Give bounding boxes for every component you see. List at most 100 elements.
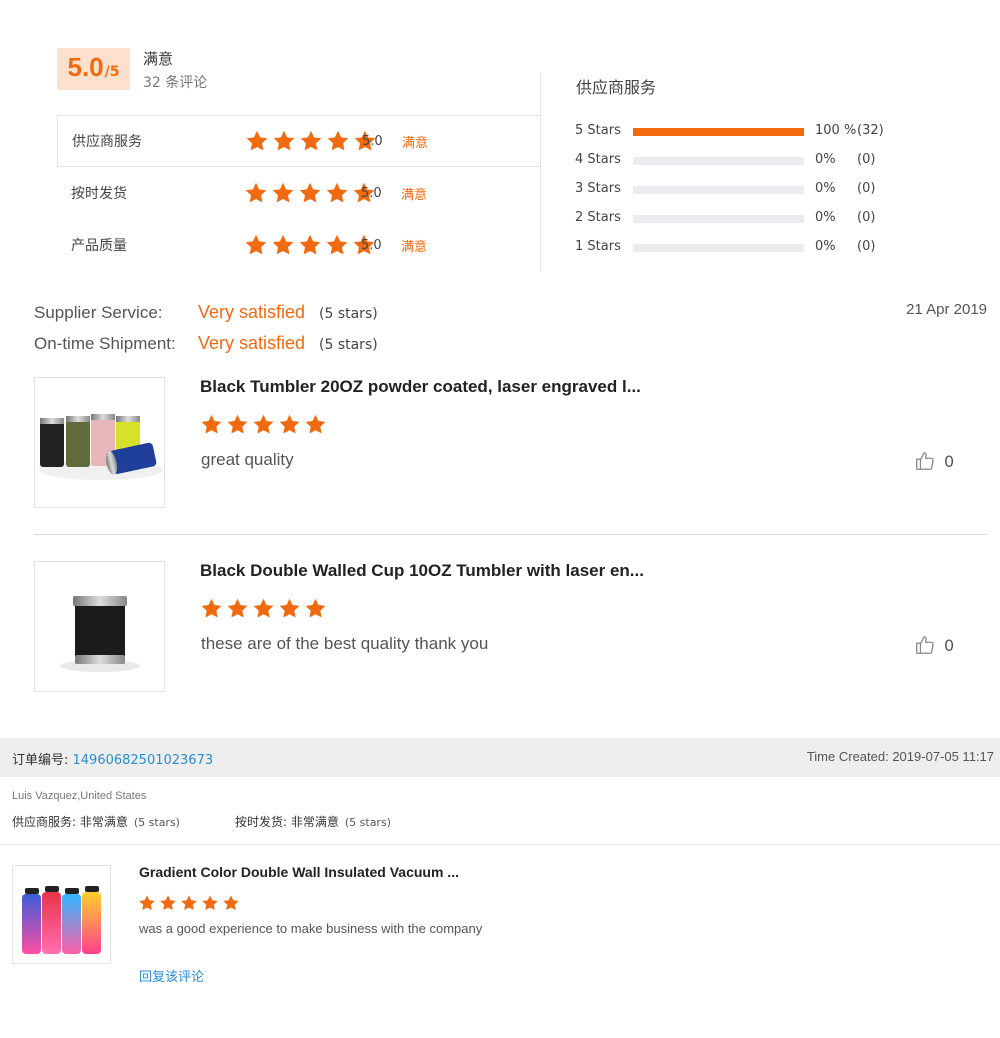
order-item-stars [138, 894, 240, 912]
reply-link[interactable]: 回复该评论 [139, 966, 204, 985]
star-icon [227, 598, 248, 618]
distribution-row: 4 Stars 0% (0) [575, 152, 905, 170]
dimension-score: 5.0 [361, 185, 382, 201]
review-item-text: great quality [201, 450, 294, 469]
distribution-bar-fill [633, 128, 804, 136]
distribution-label: 1 Stars [575, 239, 621, 254]
dimension-score: 5.0 [362, 133, 383, 149]
dimension-word: 满意 [401, 187, 428, 203]
distribution-percent: 0% [815, 181, 836, 196]
overall-rating-word: 满意 [143, 50, 174, 68]
review-item-title[interactable]: Black Tumbler 20OZ powder coated, laser … [200, 377, 641, 397]
review-divider [34, 534, 988, 535]
order-supplier-rating: 供应商服务: 非常满意 (5 stars) [12, 813, 180, 830]
dimension-stars [245, 129, 377, 153]
distribution-row: 5 Stars 100 % (32) [575, 123, 905, 141]
dimension-row: 产品质量 5.0 满意 [57, 219, 541, 271]
distribution-label: 4 Stars [575, 152, 621, 167]
dimension-label: 按时发货 [71, 186, 127, 202]
order-divider [0, 844, 1000, 845]
star-icon [279, 414, 300, 434]
dimension-row: 供应商服务 5.0 满意 [57, 115, 541, 167]
star-icon [326, 234, 348, 255]
distribution-row: 2 Stars 0% (0) [575, 210, 905, 228]
distribution-label: 3 Stars [575, 181, 621, 196]
star-icon [326, 182, 348, 203]
order-supplier-stars: (5 stars) [133, 816, 180, 829]
distribution-count: (32) [857, 123, 884, 138]
distribution-count: (0) [857, 181, 876, 196]
distribution-label: 2 Stars [575, 210, 621, 225]
product-thumbnail[interactable] [34, 561, 165, 692]
distribution-percent: 0% [815, 152, 836, 167]
star-icon [201, 598, 222, 618]
order-item-text: was a good experience to make business w… [139, 921, 483, 936]
star-icon [245, 234, 267, 255]
cup-image [60, 596, 140, 672]
order-number-row: 订单编号: 14960682501023673 [12, 749, 213, 768]
star-icon [299, 182, 321, 203]
supplier-service-stars: (5 stars) [319, 306, 378, 322]
overall-score: 5.0 [67, 52, 104, 82]
thumbs-up-icon [916, 452, 934, 470]
star-icon [202, 895, 218, 911]
order-number-label: 订单编号: [12, 753, 73, 768]
star-icon [160, 895, 176, 911]
order-item-title[interactable]: Gradient Color Double Wall Insulated Vac… [139, 864, 459, 880]
dimension-stars [244, 181, 376, 205]
distribution-count: (0) [857, 152, 876, 167]
order-number-link[interactable]: 14960682501023673 [73, 753, 214, 768]
product-thumbnail[interactable] [34, 377, 165, 508]
like-count: 0 [944, 451, 955, 471]
dimension-label: 产品质量 [71, 238, 127, 254]
overall-score-suffix: /5 [104, 64, 120, 80]
order-supplier-label: 供应商服务: 非常满意 [12, 815, 128, 829]
dimension-label: 供应商服务 [72, 134, 142, 150]
tumblers-image [39, 414, 163, 480]
review-item-title[interactable]: Black Double Walled Cup 10OZ Tumbler wit… [200, 561, 644, 581]
star-icon [300, 130, 322, 151]
distribution-row: 3 Stars 0% (0) [575, 181, 905, 199]
bottles-image [22, 886, 101, 954]
like-count: 0 [944, 635, 955, 655]
thumbs-up-icon [916, 636, 934, 654]
distribution-bar [633, 157, 804, 165]
order-shipment-label: 按时发货: 非常满意 [235, 815, 339, 829]
panel-divider [540, 72, 541, 272]
like-button[interactable]: 0 [914, 634, 954, 656]
distribution-bar [633, 244, 804, 252]
star-icon [273, 130, 295, 151]
star-icon [201, 414, 222, 434]
shipment-stars: (5 stars) [319, 337, 378, 353]
review-date: 21 Apr 2019 [906, 301, 987, 318]
shipment-label: On-time Shipment: [34, 334, 176, 353]
star-icon [305, 414, 326, 434]
star-icon [272, 182, 294, 203]
distribution-count: (0) [857, 210, 876, 225]
distribution-percent: 100 % [815, 123, 857, 138]
dimension-score: 5.0 [361, 237, 382, 253]
product-thumbnail[interactable] [12, 865, 111, 964]
review-item-stars [200, 413, 327, 436]
like-button[interactable]: 0 [914, 450, 954, 472]
order-shipment-rating: 按时发货: 非常满意 (5 stars) [235, 813, 391, 830]
distribution-label: 5 Stars [575, 123, 621, 138]
buyer-info: Luis Vazquez,United States [12, 790, 147, 802]
distribution-bar [633, 215, 804, 223]
dimension-row: 按时发货 5.0 满意 [57, 167, 541, 219]
star-icon [245, 182, 267, 203]
distribution-row: 1 Stars 0% (0) [575, 239, 905, 257]
dimension-word: 满意 [401, 239, 428, 255]
star-icon [327, 130, 349, 151]
star-icon [246, 130, 268, 151]
star-icon [223, 895, 239, 911]
supplier-service-value: Very satisfied [198, 302, 306, 322]
star-icon [253, 598, 274, 618]
order-shipment-stars: (5 stars) [344, 816, 391, 829]
review-count: 32 条评论 [143, 75, 208, 91]
star-icon [305, 598, 326, 618]
star-icon [279, 598, 300, 618]
supplier-service-label: Supplier Service: [34, 303, 163, 322]
star-icon [139, 895, 155, 911]
overall-score-badge: 5.0 /5 [57, 48, 130, 90]
